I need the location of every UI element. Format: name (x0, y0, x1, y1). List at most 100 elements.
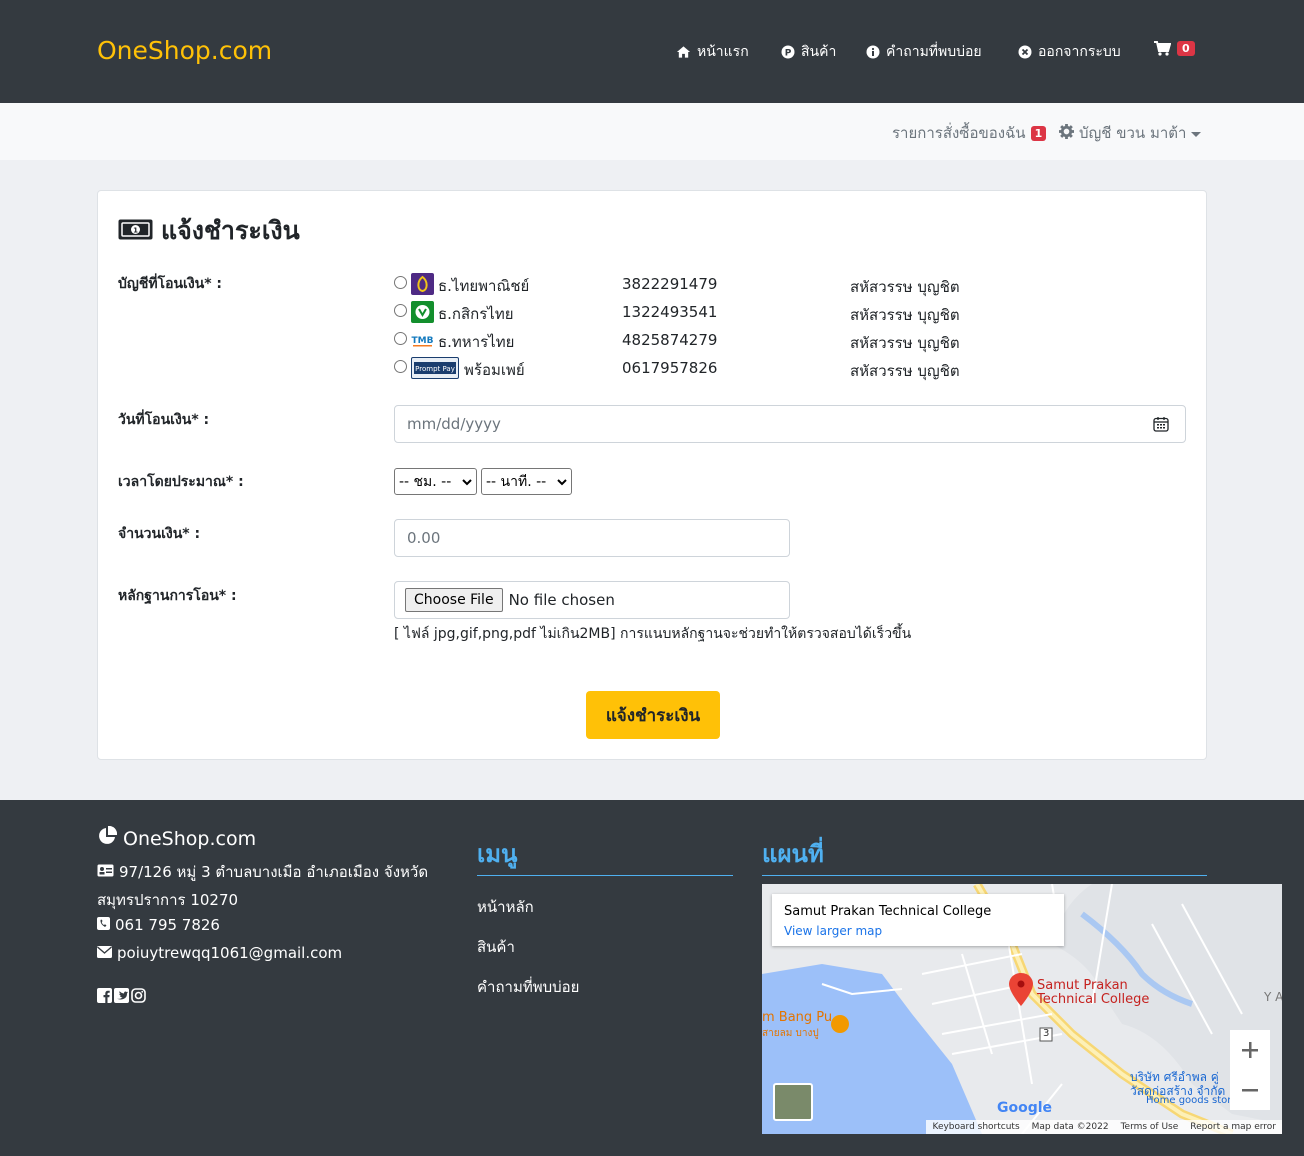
cart-count-badge: 0 (1177, 41, 1195, 56)
my-orders-label: รายการสั่งซื้อของฉัน (892, 124, 1026, 142)
payment-card: 1 แจ้งชำระเงิน บัญชีที่โอนเงิน* : ธ.ไทยพ… (97, 190, 1207, 760)
nav-products-label: สินค้า (801, 44, 837, 60)
map-data-label: Map data ©2022 (1031, 1122, 1109, 1132)
promptpay-logo-icon: Prompt Pay (411, 357, 459, 379)
phone-icon (97, 916, 110, 934)
keyboard-shortcuts-link[interactable]: Keyboard shortcuts (932, 1122, 1019, 1132)
submit-payment-button[interactable]: แจ้งชำระเงิน (586, 691, 720, 739)
minus-icon (1242, 1089, 1258, 1092)
bank-row-scb: ธ.ไทยพาณิชย์ 3822291479 สหัสวรรษ บุญชิต (394, 273, 1074, 299)
amount-field-label: จำนวนเงิน* : (118, 526, 201, 542)
hour-select-value: -- ชม. -- (399, 473, 452, 490)
file-status: No file chosen (508, 591, 615, 609)
account-dropdown[interactable]: บัญชี ขวน มาต้า (1059, 121, 1202, 145)
bank-radio-scb[interactable] (394, 276, 407, 289)
footer-link-faq[interactable]: คำถามที่พบบ่อย (477, 975, 579, 999)
embedded-map[interactable]: Samut Prakan Technical College m Bang Pu… (762, 884, 1282, 1134)
product-icon: P (780, 45, 795, 60)
bank-name: ธ.ไทยพาณิชย์ (438, 277, 530, 295)
terms-link[interactable]: Terms of Use (1121, 1122, 1179, 1132)
svg-text:P: P (784, 49, 791, 59)
nav-faq[interactable]: คำถามที่พบบ่อย (865, 41, 982, 63)
nav-faq-label: คำถามที่พบบ่อย (886, 44, 982, 60)
close-circle-icon (1017, 45, 1032, 60)
map-pin-label-1: Samut Prakan (1037, 978, 1128, 993)
map-info-card: Samut Prakan Technical College View larg… (772, 894, 1064, 946)
my-orders-link[interactable]: รายการสั่งซื้อของฉัน 1 (892, 121, 1047, 145)
zoom-in-button[interactable] (1230, 1030, 1270, 1070)
plus-icon (1242, 1042, 1258, 1058)
address-card-icon (97, 863, 114, 881)
bank-account-number: 0617957826 (622, 359, 718, 377)
envelope-icon (97, 944, 112, 962)
social-links (97, 988, 146, 1007)
money-icon: 1 (118, 217, 153, 246)
bank-radio-kbank[interactable] (394, 304, 407, 317)
bank-name: ธ.ทหารไทย (438, 333, 515, 351)
page-title: 1 แจ้งชำระเงิน (118, 211, 300, 251)
minute-select-value: -- นาที. -- (486, 473, 547, 490)
map-poi-label-th: สายลม บางปู (762, 1028, 819, 1039)
bank-account-owner: สหัสวรรษ บุญชิต (850, 306, 960, 324)
report-map-error-link[interactable]: Report a map error (1190, 1122, 1276, 1132)
email-address: poiuytrewqq1061@gmail.com (117, 944, 343, 962)
bank-name: ธ.กสิกรไทย (438, 305, 514, 323)
orders-count-badge: 1 (1030, 125, 1047, 141)
proof-file-input[interactable]: Choose File No file chosen (394, 581, 790, 619)
cart-button[interactable]: 0 (1154, 41, 1195, 56)
top-navbar: OneShop.com หน้าแรก P สินค้า คำถามที่พบบ… (0, 0, 1304, 103)
pie-chart-icon (97, 825, 118, 851)
bank-radio-tmb[interactable] (394, 332, 407, 345)
twitter-icon[interactable] (114, 988, 129, 1007)
account-label: บัญชี ขวน มาต้า (1079, 124, 1187, 142)
date-placeholder: mm/dd/yyyy (407, 415, 501, 433)
date-field-label: วันที่โอนเงิน* : (118, 412, 210, 428)
zoom-out-button[interactable] (1230, 1070, 1270, 1110)
caret-down-icon (1191, 124, 1202, 142)
menu-divider (477, 875, 733, 876)
address-line-1: 97/126 หมู่ 3 ตำบลบางเมือ อำเภอเมือง จัง… (119, 863, 429, 881)
brand-logo[interactable]: OneShop.com (97, 36, 272, 65)
footer: OneShop.com 97/126 หมู่ 3 ตำบลบางเมือ อำ… (0, 800, 1304, 1156)
scb-logo-icon (411, 273, 434, 295)
map-company-label-en: Home goods store (1146, 1095, 1238, 1106)
kbank-logo-icon (411, 301, 434, 323)
footer-email: poiuytrewqq1061@gmail.com (97, 944, 342, 962)
address-line-2: สมุทรปราการ 10270 (97, 891, 239, 909)
bank-radio-promptpay[interactable] (394, 360, 407, 373)
bank-account-owner: สหัสวรรษ บุญชิต (850, 334, 960, 352)
gear-icon (1059, 123, 1074, 143)
instagram-icon[interactable] (131, 988, 146, 1007)
svg-text:1: 1 (133, 226, 138, 234)
bank-row-kbank: ธ.กสิกรไทย 1322493541 สหัสวรรษ บุญชิต (394, 301, 1074, 327)
nav-home[interactable]: หน้าแรก (676, 41, 749, 63)
minute-select[interactable]: -- นาที. -- (481, 468, 572, 495)
footer-phone: 061 795 7826 (97, 916, 220, 934)
footer-link-home[interactable]: หน้าหลัก (477, 895, 534, 919)
home-icon (676, 45, 691, 60)
svg-text:Prompt Pay: Prompt Pay (415, 365, 455, 373)
transfer-date-input[interactable]: mm/dd/yyyy (394, 405, 1186, 443)
chevron-down-icon (462, 474, 472, 490)
hour-select[interactable]: -- ชม. -- (394, 468, 477, 495)
footer-address: 97/126 หมู่ 3 ตำบลบางเมือ อำเภอเมือง จัง… (97, 860, 428, 884)
amount-input[interactable]: 0.00 (394, 519, 790, 557)
google-logo: Google (997, 1100, 1053, 1116)
tmb-logo-icon: TMB (411, 329, 434, 351)
footer-brand: OneShop.com (97, 825, 256, 851)
view-larger-map-link[interactable]: View larger map (784, 924, 882, 938)
bank-account-number: 1322493541 (622, 303, 718, 321)
choose-file-button[interactable]: Choose File (405, 588, 503, 612)
footer-link-products[interactable]: สินค้า (477, 935, 515, 959)
footer-map-title: แผนที่ (762, 840, 824, 868)
nav-logout[interactable]: ออกจากระบบ (1017, 41, 1121, 63)
nav-products[interactable]: P สินค้า (780, 41, 836, 63)
phone-number: 061 795 7826 (115, 916, 220, 934)
facebook-icon[interactable] (97, 988, 112, 1007)
nav-logout-label: ออกจากระบบ (1038, 44, 1121, 60)
calendar-icon[interactable] (1153, 416, 1169, 436)
bank-row-promptpay: Prompt Pay พร้อมเพย์ 0617957826 สหัสวรรษ… (394, 357, 1074, 383)
map-footer: Keyboard shortcuts Map data ©2022 Terms … (926, 1120, 1282, 1134)
chevron-down-icon (557, 474, 567, 490)
map-divider (762, 875, 1207, 876)
